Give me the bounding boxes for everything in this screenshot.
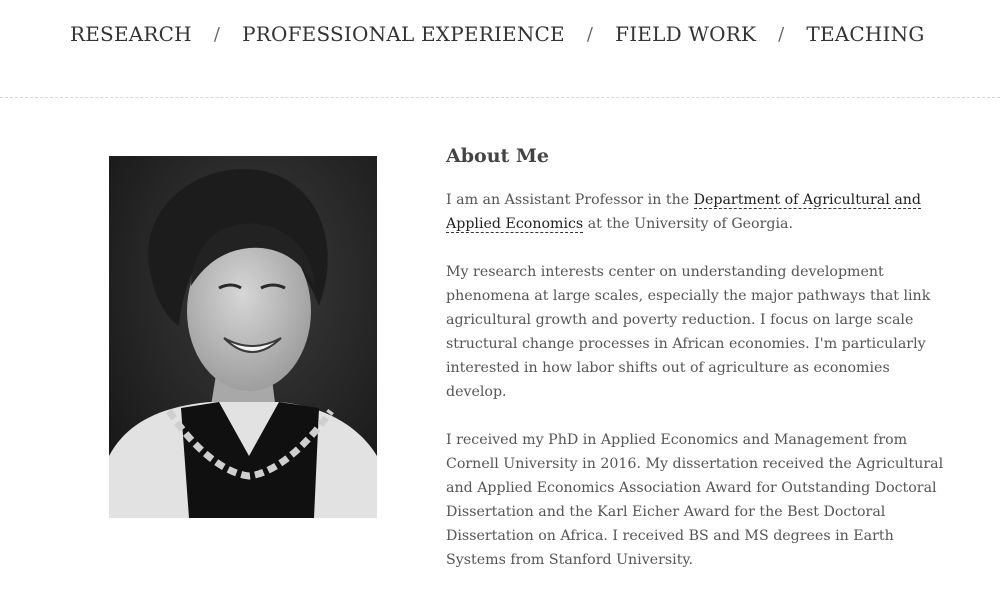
about-heading: About Me <box>446 145 550 167</box>
main-nav: RESEARCH / PROFESSIONAL EXPERIENCE / FIE… <box>70 18 925 50</box>
profile-photo <box>109 156 377 518</box>
nav-link-teaching[interactable]: TEACHING <box>806 22 924 46</box>
nav-separator: / <box>778 23 785 45</box>
about-paragraph-3: I received my PhD in Applied Economics a… <box>446 432 944 568</box>
portrait-illustration <box>109 156 377 518</box>
nav-link-research[interactable]: RESEARCH <box>70 22 192 46</box>
about-text: I am an Assistant Professor in the <box>446 192 694 208</box>
nav-separator: / <box>586 23 594 45</box>
about-text: at the University of Georgia. <box>583 216 793 232</box>
nav-separator: / <box>213 23 221 45</box>
header-divider <box>0 97 1000 98</box>
nav-link-professional-experience[interactable]: PROFESSIONAL EXPERIENCE <box>242 22 565 46</box>
about-paragraph-2: My research interests center on understa… <box>446 264 931 400</box>
nav-link-field-work[interactable]: FIELD WORK <box>615 22 756 46</box>
about-section: About Me I am an Assistant Professor in … <box>446 142 946 596</box>
about-paragraph-1: I am an Assistant Professor in the Depar… <box>446 188 946 236</box>
